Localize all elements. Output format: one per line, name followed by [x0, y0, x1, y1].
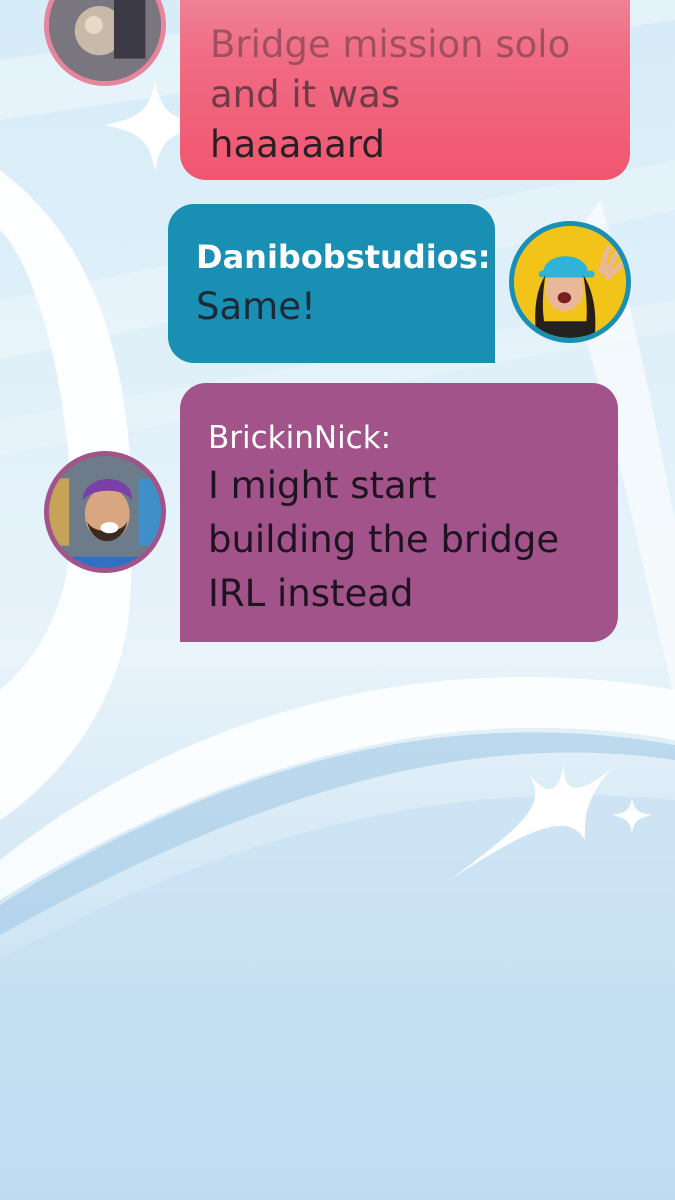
danibobstudios-avatar[interactable]: [509, 221, 631, 343]
message-text-line: haaaaard: [210, 123, 385, 166]
message-bubble-3: BrickinNick: I might start building the …: [180, 383, 618, 642]
message-text-line: and it was: [210, 73, 401, 116]
person-avatar-icon: [514, 226, 626, 338]
message-text-line: building the bridge: [208, 518, 560, 561]
message-text: Same!: [196, 285, 316, 328]
message-bubble-1: Bridge mission solo and it was haaaaard: [180, 0, 630, 180]
message-text-line: IRL instead: [208, 572, 414, 615]
sender-name: BrickinNick:: [208, 420, 392, 456]
brickinnick-avatar[interactable]: [44, 451, 166, 573]
message-text-line: Bridge mission solo: [210, 23, 571, 66]
message-text-line: I might start: [208, 464, 437, 507]
person-avatar-icon: [49, 456, 161, 568]
sender-name: Danibobstudios:: [196, 238, 491, 276]
player-avatar-icon: [49, 0, 161, 81]
message-bubble-2: Danibobstudios: Same!: [168, 204, 495, 363]
